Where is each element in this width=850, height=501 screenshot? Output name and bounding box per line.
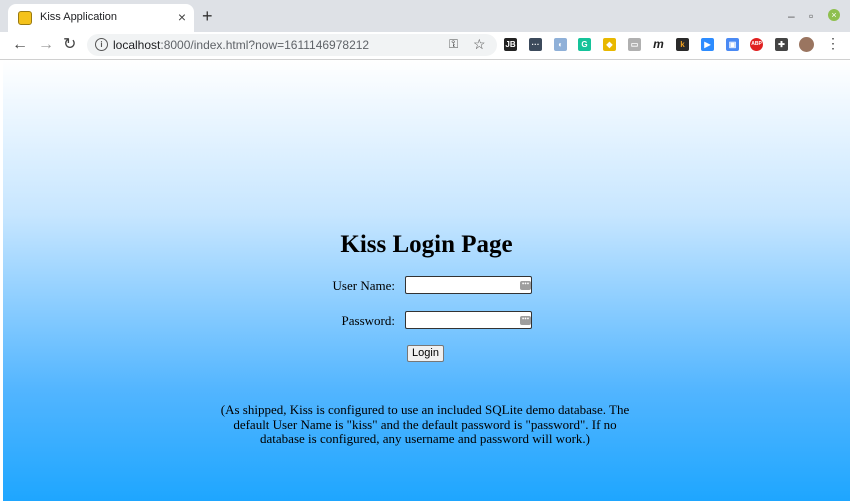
- browser-menu-icon[interactable]: ⋮: [826, 35, 840, 52]
- tab-extension-icon[interactable]: ▣: [726, 38, 739, 51]
- abp-extension-icon[interactable]: ABP: [750, 38, 763, 51]
- grammarly-extension-icon[interactable]: G: [578, 38, 591, 51]
- login-button[interactable]: Login: [407, 345, 444, 362]
- info-note: (As shipped, Kiss is configured to use a…: [220, 402, 630, 446]
- tab-bar: Kiss Application × + – ▫ ×: [0, 0, 850, 32]
- clipboard-extension-icon[interactable]: ▭: [628, 38, 641, 51]
- dots-extension-icon[interactable]: ···: [529, 38, 542, 51]
- page-title: Kiss Login Page: [340, 231, 513, 258]
- key-icon[interactable]: ⚿: [449, 37, 458, 52]
- url-text[interactable]: localhost:8000/index.html?now=1611146978…: [113, 38, 369, 52]
- zoom-extension-icon[interactable]: ▶: [701, 38, 714, 51]
- forward-button[interactable]: →: [38, 36, 54, 54]
- jb-extension-icon[interactable]: JB: [504, 38, 517, 51]
- page-content: Kiss Login Page User Name: ••• Password:…: [3, 60, 850, 501]
- password-field[interactable]: [405, 311, 532, 329]
- tab-close-icon[interactable]: ×: [178, 8, 186, 26]
- restore-button[interactable]: ▫: [809, 9, 813, 23]
- bookmark-star-icon[interactable]: ☆: [473, 36, 486, 53]
- diamond-extension-icon[interactable]: ◆: [603, 38, 616, 51]
- kiss-favicon-icon: [18, 11, 32, 25]
- back-button[interactable]: ←: [12, 36, 28, 54]
- username-field[interactable]: [405, 276, 532, 294]
- minimize-button[interactable]: –: [788, 9, 795, 23]
- address-bar[interactable]: i localhost:8000/index.html?now=16111469…: [87, 34, 497, 56]
- new-tab-button[interactable]: +: [202, 6, 213, 26]
- password-manager-icon[interactable]: •••: [520, 281, 531, 290]
- puzzle-extension-icon[interactable]: ✚: [775, 38, 788, 51]
- reload-button[interactable]: ↻: [63, 36, 76, 54]
- k-extension-icon[interactable]: k: [676, 38, 689, 51]
- m-extension-icon[interactable]: m: [652, 38, 665, 51]
- profile-avatar[interactable]: [799, 37, 814, 52]
- leaf-extension-icon[interactable]: ◐: [554, 38, 567, 51]
- password-manager-icon[interactable]: •••: [520, 316, 531, 325]
- browser-tab[interactable]: Kiss Application ×: [8, 4, 194, 32]
- password-label: Password:: [341, 313, 395, 328]
- browser-toolbar: ← → ↻ i localhost:8000/index.html?now=16…: [0, 32, 850, 60]
- site-info-icon[interactable]: i: [95, 38, 108, 51]
- username-label: User Name:: [332, 278, 395, 293]
- window-close-button[interactable]: ×: [828, 9, 840, 21]
- tab-title: Kiss Application: [40, 11, 118, 23]
